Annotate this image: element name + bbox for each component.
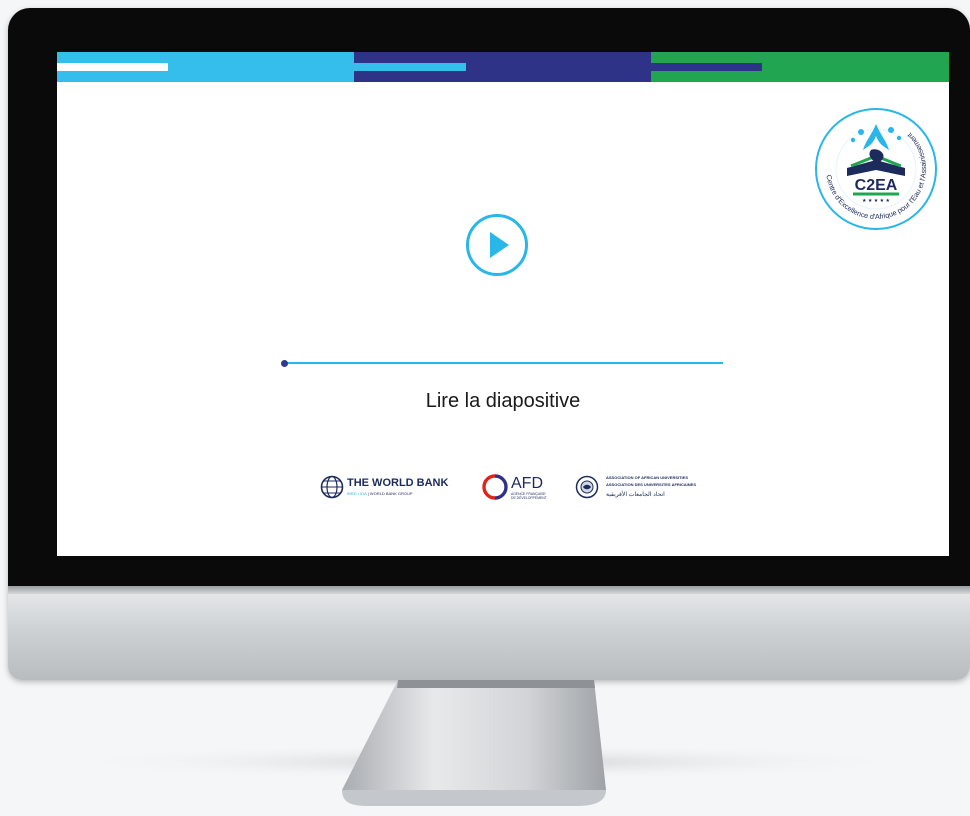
slide-screen: Centre d'Excellence d'Afrique pour l'Eau… [57, 52, 949, 556]
logo-stars: ★ ★ ★ ★ ★ [862, 198, 890, 204]
header-stripes [57, 52, 949, 82]
progress-track [283, 362, 723, 364]
afd-logo: AFD AGENCE FRANÇAISE DE DÉVELOPPEMENT [482, 472, 562, 502]
stripe-green [651, 52, 949, 82]
progress-handle[interactable] [281, 360, 288, 367]
aau-arabic: اتحاد الجامعات الأفريقية [606, 492, 665, 498]
play-slide-label[interactable]: Lire la diapositive [303, 390, 703, 413]
afd-ring-icon [482, 474, 508, 500]
stripe-light-blue [57, 52, 354, 82]
aau-line2: ASSOCIATION DES UNIVERSITES AFRICAINES [606, 482, 697, 487]
world-bank-logo: THE WORLD BANK IBRD • IDA | WORLD BANK G… [319, 472, 469, 502]
afd-sub: AGENCE FRANÇAISE DE DÉVELOPPEMENT [511, 492, 547, 500]
world-bank-sub: IBRD • IDA | WORLD BANK GROUP [347, 491, 413, 496]
stripe-navy [354, 52, 651, 82]
play-icon [490, 232, 509, 258]
aau-emblem-icon [575, 475, 599, 499]
aau-logo: ASSOCIATION OF AFRICAN UNIVERSITIES ASSO… [573, 472, 713, 502]
world-bank-name: THE WORLD BANK [347, 477, 449, 489]
monitor-chin [8, 586, 970, 680]
logo-brand-text: C2EA [855, 177, 898, 194]
aau-line1: ASSOCIATION OF AFRICAN UNIVERSITIES [606, 475, 689, 480]
afd-name: AFD [511, 475, 543, 492]
globe-icon [320, 475, 344, 499]
monitor: Centre d'Excellence d'Afrique pour l'Eau… [8, 8, 970, 680]
c2ea-logo: Centre d'Excellence d'Afrique pour l'Eau… [815, 108, 937, 230]
slide-progress-bar[interactable] [281, 360, 725, 367]
play-button[interactable] [466, 214, 528, 276]
